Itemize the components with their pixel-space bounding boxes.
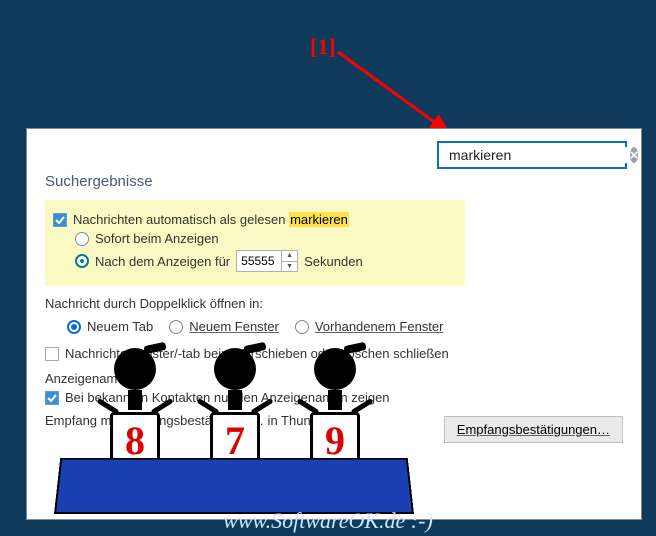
radio-after-delay-label: Nach dem Anzeigen für bbox=[95, 254, 230, 269]
mark-read-checkbox[interactable] bbox=[53, 213, 67, 227]
highlighted-result: Nachrichten automatisch als gelesen mark… bbox=[45, 200, 465, 286]
radio-new-window[interactable] bbox=[169, 320, 183, 334]
judge-3: 9 bbox=[300, 348, 370, 468]
judge-2: 7 bbox=[200, 348, 270, 468]
spinner-down-icon[interactable]: ▼ bbox=[282, 262, 297, 272]
judge-1: 8 bbox=[100, 348, 170, 468]
radio-immediate-label: Sofort beim Anzeigen bbox=[95, 231, 219, 246]
close-on-move-checkbox[interactable] bbox=[45, 347, 59, 361]
search-input[interactable] bbox=[449, 147, 630, 163]
judges-table bbox=[54, 458, 414, 514]
watermark: www.SoftwareOK.de :-) bbox=[0, 508, 656, 534]
search-highlight: markieren bbox=[289, 212, 349, 227]
seconds-input[interactable] bbox=[237, 251, 281, 271]
search-box bbox=[437, 141, 627, 169]
seconds-unit: Sekunden bbox=[304, 254, 363, 269]
spinner-up-icon[interactable]: ▲ bbox=[282, 251, 297, 262]
radio-new-window-label: Neuem Fenster bbox=[189, 319, 279, 334]
annotation-1: [1] bbox=[310, 34, 336, 60]
results-title: Suchergebnisse bbox=[45, 173, 623, 190]
known-contacts-checkbox[interactable] bbox=[45, 391, 59, 405]
radio-after-delay[interactable] bbox=[75, 254, 89, 268]
open-doubleclick-label: Nachricht durch Doppelklick öffnen in: bbox=[45, 296, 623, 311]
radio-new-tab[interactable] bbox=[67, 320, 81, 334]
radio-existing-window-label: Vorhandenem Fenster bbox=[315, 319, 444, 334]
receipts-button[interactable]: Empfangsbestätigungen… bbox=[444, 416, 623, 443]
radio-immediate[interactable] bbox=[75, 232, 89, 246]
clear-search-icon[interactable] bbox=[630, 147, 638, 163]
seconds-spinner[interactable]: ▲ ▼ bbox=[236, 250, 298, 272]
radio-new-tab-label: Neuem Tab bbox=[87, 319, 153, 334]
mark-read-label: Nachrichten automatisch als gelesen mark… bbox=[73, 212, 349, 227]
radio-existing-window[interactable] bbox=[295, 320, 309, 334]
